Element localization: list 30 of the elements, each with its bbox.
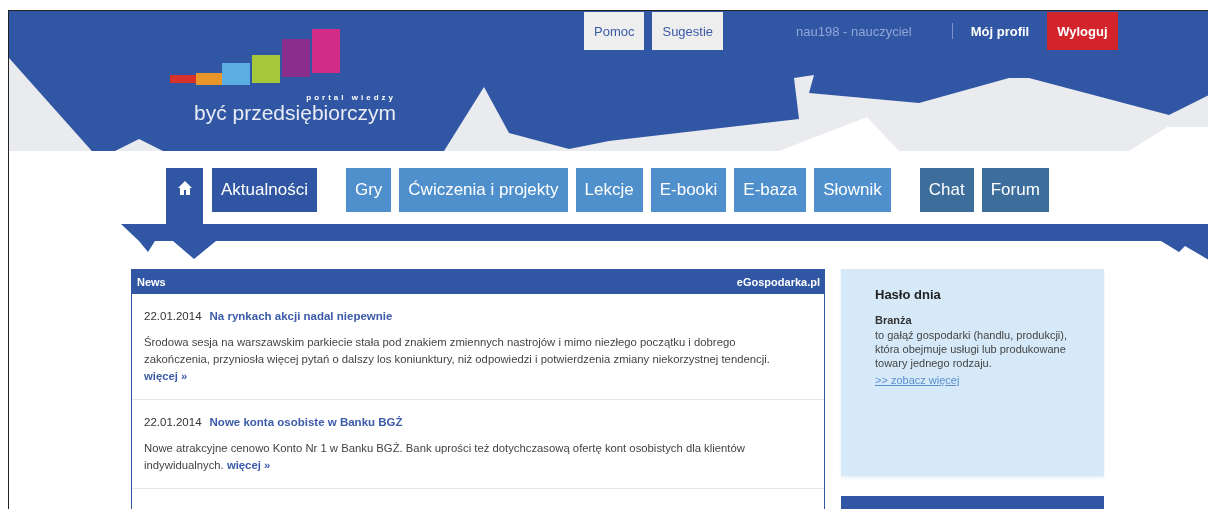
profile-link[interactable]: Mój profil	[960, 12, 1040, 50]
news-date: 22.01.2014	[144, 416, 202, 428]
nav-tab[interactable]: E-baza	[734, 168, 807, 212]
nav-tab[interactable]: Gry	[345, 168, 392, 212]
definition: to gałąź gospodarki (handlu, produkcji), która obejmuje usługi lub produkowane towary jednego rodzaju.	[875, 328, 1068, 370]
top-link-button[interactable]: Pomoc	[584, 12, 645, 50]
see-more-link[interactable]: >> zobacz więcej	[875, 374, 960, 386]
more-link[interactable]: więcej »	[144, 370, 188, 382]
top-link-button[interactable]: Sugestie	[652, 12, 724, 50]
news-summary: Nowe atrakcyjne cenowo Konto Nr 1 w Banku BGŻ. Bank uprości też dotychczasową ofertę kont osobistych dla klientów indywidualnych. więcej »	[144, 441, 746, 473]
card-title: Hasło dnia	[875, 287, 942, 302]
panel-title: News	[137, 275, 166, 288]
news-date: 22.01.2014	[144, 310, 202, 322]
news-source: eGospodarka.pl	[736, 275, 820, 288]
user-name: nau198 - nauczyciel	[796, 23, 912, 39]
nav-tab[interactable]: Chat	[919, 168, 974, 212]
logout-button[interactable]: Wyloguj	[1047, 12, 1118, 50]
logo-name: być przedsiębiorczym	[194, 102, 397, 124]
nav-tab[interactable]: Ćwiczenia i projekty	[399, 168, 568, 212]
news-title-link[interactable]: Na rynkach akcji nadal niepewnie	[209, 310, 393, 322]
nav-tab[interactable]: Lekcje	[575, 168, 643, 212]
news-summary: Środowa sesja na warszawskim parkiecie stała pod znakiem zmiennych nastrojów i mimo niezłego początku i dobrego zakończenia, przyniosła więcej pytań o dalszy los koniunktury, niż odpowiedzi i potwierdzenia zmiany niekorzystnej tendencji. więcej »	[144, 335, 771, 384]
more-link[interactable]: więcej »	[226, 459, 271, 471]
news-title-link[interactable]: Nowe konta osobiste w Banku BGŻ	[209, 416, 403, 428]
nav-tab[interactable]: Słownik	[814, 168, 891, 212]
logo-tagline: portal wiedzy	[305, 93, 396, 102]
nav-tab[interactable]: E-booki	[650, 168, 727, 212]
nav-tab[interactable]: Forum	[981, 168, 1049, 212]
nav-tab[interactable]: Aktualności	[212, 168, 317, 212]
term: Branża	[875, 314, 913, 326]
